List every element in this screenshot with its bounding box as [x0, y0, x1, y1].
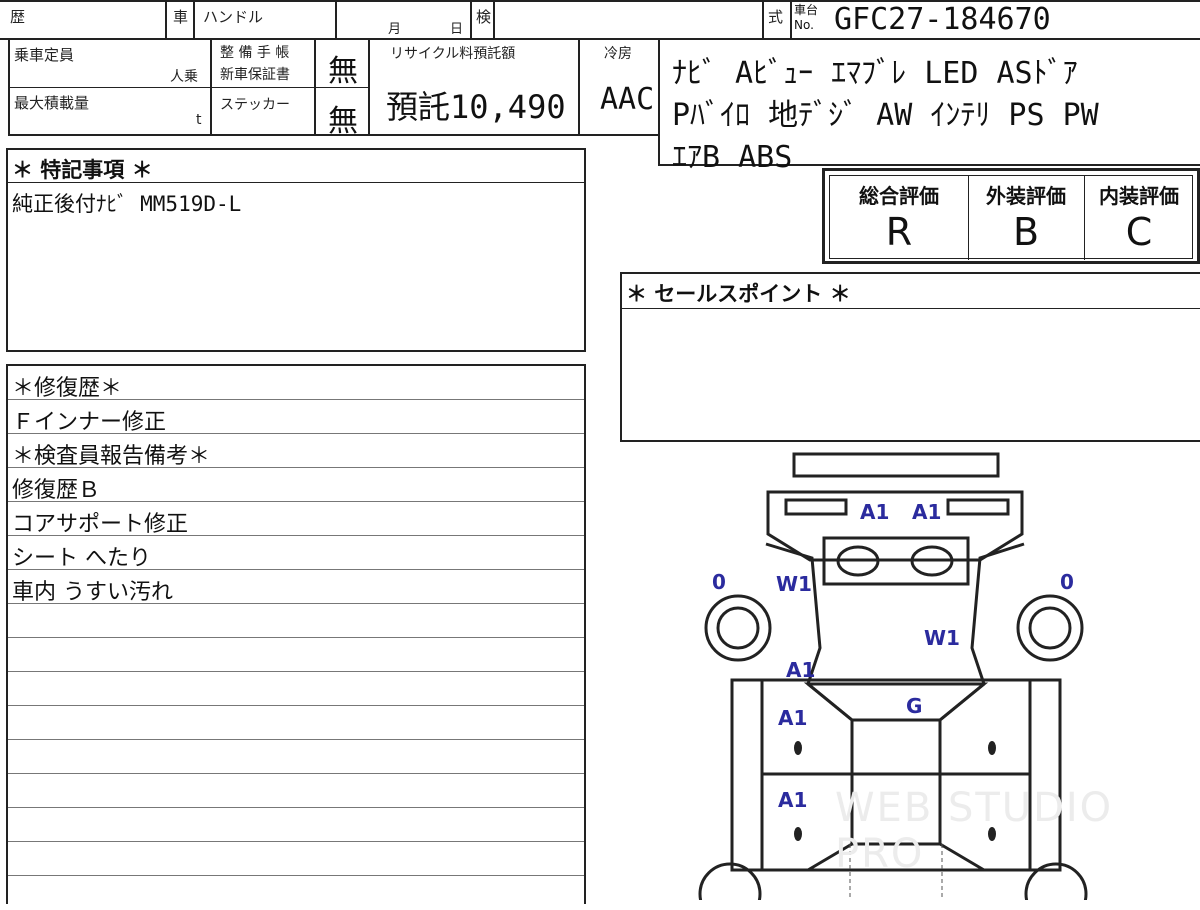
special-notes-box: ＊ 特記事項 ＊ 純正後付ﾅﾋﾞ MM519D-L	[6, 148, 586, 352]
load-unit: t	[196, 112, 202, 128]
inspector-line: 車内 うすい汚れ	[12, 580, 173, 605]
repair-title: ＊修復歴＊	[12, 376, 123, 401]
recycle-label: リサイクル料預託額	[390, 46, 516, 62]
special-notes-line: 純正後付ﾅﾋﾞ MM519D-L	[12, 192, 242, 216]
warranty-label: 新車保証書	[220, 67, 290, 83]
sticker-value: 無	[328, 104, 358, 139]
handle-label: ハンドル	[203, 8, 264, 26]
watermark: WEB STUDIO PRO	[835, 785, 1114, 877]
sales-point-box: ＊ セールスポイント ＊	[620, 272, 1200, 442]
damage-mark: A1	[912, 500, 942, 524]
special-notes-title: ＊ 特記事項 ＊	[12, 158, 153, 182]
ac-label: 冷房	[604, 46, 632, 62]
equipment-line-2: Pﾊﾞｲﾛ 地ﾃﾞｼﾞ AW ｲﾝﾃﾘ PS PW	[672, 98, 1099, 133]
grille-right	[946, 498, 1010, 516]
grille-left	[784, 498, 848, 516]
front-right-tire	[1016, 594, 1084, 662]
month-label: 月	[388, 22, 402, 37]
inspector-row: 修復歴Ｂ	[8, 468, 584, 503]
inspector-line: シート へたり	[12, 546, 151, 571]
inspector-title-row: ＊検査員報告備考＊	[8, 434, 584, 469]
equipment-box: ﾅﾋﾞ Aﾋﾞｭｰ ｴﾏﾌﾞﾚ LED ASﾄﾞｱ Pﾊﾞｲﾛ 地ﾃﾞｼﾞ AW…	[658, 38, 1200, 175]
recycle-value: 預託10,490	[386, 88, 566, 126]
capacity-label: 乗車定員	[14, 46, 75, 64]
empty-row	[8, 672, 584, 706]
inspector-title: ＊検査員報告備考＊	[12, 444, 211, 469]
fender-right	[970, 542, 1025, 685]
front-bumper	[792, 452, 1000, 478]
damage-mark: A1	[778, 788, 808, 812]
empty-row	[8, 774, 584, 808]
ac-value: AAC	[600, 82, 655, 117]
shiki-label: 式	[768, 8, 784, 26]
header-row: 歴 車 ハンドル 月 日 検 式 車台 No. GFC27-184670	[0, 0, 1200, 40]
damage-mark: G	[906, 694, 923, 718]
damage-mark: W1	[924, 626, 960, 650]
day-label: 日	[450, 22, 464, 37]
repair-title-row: ＊修復歴＊	[8, 366, 584, 401]
reki-label: 歴	[10, 8, 26, 26]
equipment-line-1: ﾅﾋﾞ Aﾋﾞｭｰ ｴﾏﾌﾞﾚ LED ASﾄﾞｱ	[672, 56, 1078, 91]
damage-mark: 0	[1060, 570, 1074, 594]
specs-block: 乗車定員 人乗 最大積載量 t 整 備 手 帳 新車保証書 無 ステッカー 無 …	[0, 40, 660, 139]
hood-outline	[766, 490, 1024, 562]
repair-line: Ｆインナー修正	[12, 410, 167, 435]
damage-mark: A1	[778, 706, 808, 730]
inspector-line: 修復歴Ｂ	[12, 478, 101, 503]
interior-grade-value: C	[1125, 210, 1153, 254]
exterior-grade-value: B	[1012, 210, 1040, 254]
overall-grade-value: R	[885, 210, 913, 254]
empty-row	[8, 808, 584, 842]
inspector-row: コアサポート修正	[8, 502, 584, 537]
empty-row	[8, 842, 584, 876]
inspector-row: シート へたり	[8, 536, 584, 571]
empty-row	[8, 876, 584, 910]
inspector-row: 車内 うすい汚れ	[8, 570, 584, 605]
chassis-number: GFC27-184670	[834, 2, 1051, 37]
empty-row	[8, 638, 584, 672]
damage-mark: W1	[776, 572, 812, 596]
chassis-label-top: 車台	[794, 3, 819, 17]
grades-box: 総合評価 R 外装評価 B 内装評価 C	[822, 168, 1200, 264]
empty-row	[8, 604, 584, 638]
windshield	[803, 682, 989, 722]
equipment-line-3: ｴｱB ABS	[672, 140, 793, 175]
overall-grade-label: 総合評価	[859, 184, 939, 208]
repair-line-row: Ｆインナー修正	[8, 400, 584, 435]
inspector-line: コアサポート修正	[12, 512, 189, 537]
maint-label: 整 備 手 帳	[220, 45, 290, 61]
maint-value: 無	[328, 54, 358, 89]
front-left-tire	[704, 594, 772, 662]
exterior-grade-label: 外装評価	[986, 184, 1066, 208]
sticker-label: ステッカー	[220, 97, 290, 113]
repair-box: ＊修復歴＊ Ｆインナー修正 ＊検査員報告備考＊ 修復歴Ｂ コアサポート修正 シー…	[6, 364, 586, 904]
load-label: 最大積載量	[14, 94, 90, 112]
ken-label: 検	[476, 8, 492, 26]
sha-label: 車	[173, 8, 189, 26]
damage-mark: A1	[786, 658, 816, 682]
capacity-unit: 人乗	[170, 69, 198, 85]
sales-point-title: ＊ セールスポイント ＊	[626, 282, 851, 306]
damage-mark: 0	[712, 570, 726, 594]
damage-mark: A1	[860, 500, 890, 524]
chassis-label-bottom: No.	[794, 18, 814, 32]
empty-row	[8, 706, 584, 740]
empty-row	[8, 740, 584, 774]
interior-grade-label: 内装評価	[1099, 184, 1179, 208]
